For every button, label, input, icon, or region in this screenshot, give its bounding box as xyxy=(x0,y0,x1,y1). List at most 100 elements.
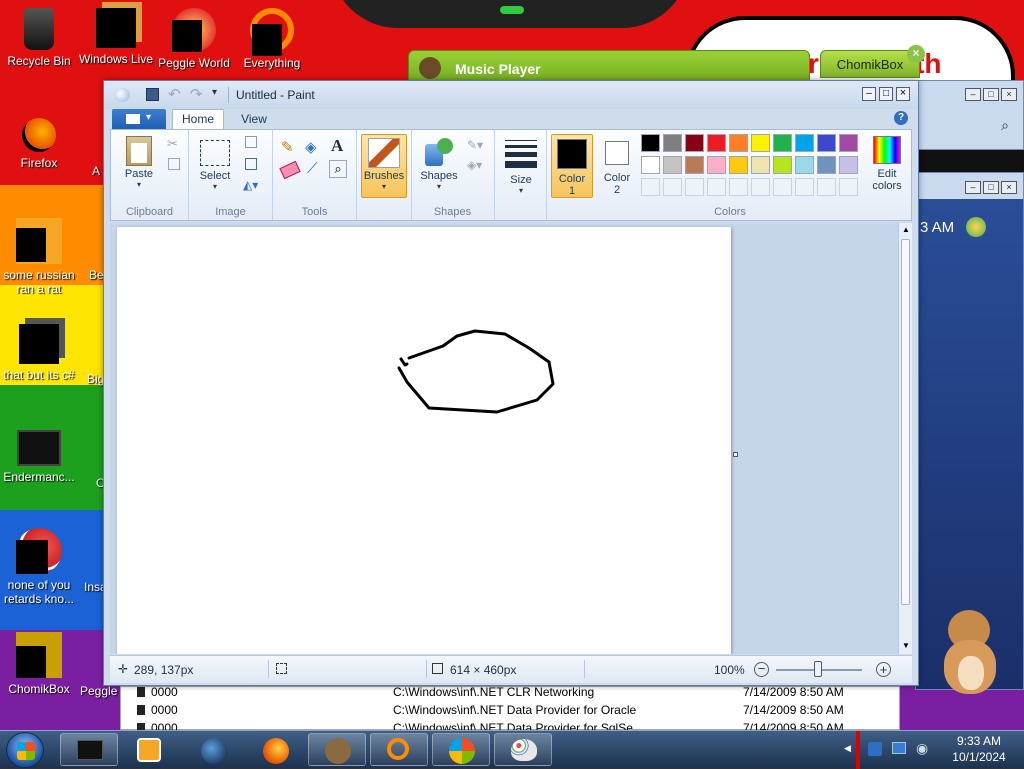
help-icon[interactable]: ? xyxy=(894,111,908,125)
minimize-icon[interactable]: – xyxy=(965,181,981,194)
color-picker-icon[interactable]: ⟋ xyxy=(307,160,318,177)
desktop-icon-chomikbox[interactable]: ChomikBox xyxy=(0,632,81,696)
taskbar-windows-explorer[interactable] xyxy=(432,733,490,766)
taskbar-firefox[interactable] xyxy=(246,733,304,766)
desktop-icon-peggle-world[interactable]: Peggle World xyxy=(152,8,236,70)
select-button[interactable]: Select ▾ xyxy=(195,134,235,191)
palette-swatch[interactable] xyxy=(663,134,682,152)
canvas-resize-handle[interactable] xyxy=(733,452,738,457)
desktop-icon-none-of-you[interactable]: none of you retards kno... xyxy=(0,528,81,606)
desktop-icon-everything[interactable]: Everything xyxy=(230,8,314,70)
desktop-icon-recycle-bin[interactable]: Recycle Bin xyxy=(0,8,81,68)
vertical-scrollbar[interactable]: ▲ ▼ xyxy=(898,223,912,654)
palette-swatch[interactable] xyxy=(707,156,726,174)
zoom-in-button[interactable]: + xyxy=(876,662,891,677)
resize-icon[interactable] xyxy=(245,158,257,170)
palette-swatch[interactable] xyxy=(751,134,770,152)
desktop-icon-windows-live[interactable]: Windows Live xyxy=(74,8,158,66)
minimize-button[interactable]: – xyxy=(862,87,876,101)
scroll-thumb[interactable] xyxy=(901,239,910,605)
volume-icon[interactable]: ◉ xyxy=(916,740,928,757)
pencil-icon[interactable]: ✎ xyxy=(281,138,301,156)
close-button[interactable]: × xyxy=(896,87,910,101)
taskbar-chomikbox[interactable] xyxy=(308,733,366,766)
zoom-slider-thumb[interactable] xyxy=(814,661,822,677)
size-button[interactable]: Size ▾ xyxy=(501,134,541,195)
color1-button[interactable]: Color 1 xyxy=(551,134,593,198)
taskbar-everything-search[interactable] xyxy=(370,733,428,766)
search-icon[interactable]: ⌕ xyxy=(1001,117,1009,134)
palette-swatch[interactable] xyxy=(641,134,660,152)
palette-empty-swatch[interactable] xyxy=(817,178,836,196)
close-icon[interactable]: × xyxy=(1001,88,1017,101)
magnifier-icon[interactable]: ⌕ xyxy=(329,160,347,178)
table-row[interactable]: 0000 C:\Windows\inf\.NET Data Provider f… xyxy=(121,719,899,730)
maximize-icon[interactable]: □ xyxy=(983,181,999,194)
cut-icon[interactable]: ✂ xyxy=(167,136,178,152)
tab-home[interactable]: Home xyxy=(172,109,224,130)
tray-expand-icon[interactable]: ◀ xyxy=(844,743,851,754)
close-icon[interactable]: × xyxy=(1001,181,1017,194)
palette-empty-swatch[interactable] xyxy=(751,178,770,196)
palette-swatch[interactable] xyxy=(685,134,704,152)
palette-empty-swatch[interactable] xyxy=(795,178,814,196)
palette-empty-swatch[interactable] xyxy=(663,178,682,196)
color2-button[interactable]: Color 2 xyxy=(597,134,637,198)
scroll-down-icon[interactable]: ▼ xyxy=(902,641,910,650)
taskbar-black-app[interactable] xyxy=(60,733,118,766)
palette-swatch[interactable] xyxy=(795,156,814,174)
paste-button[interactable]: Paste ▾ xyxy=(119,134,159,189)
tray-app-icon[interactable] xyxy=(868,742,882,756)
palette-empty-swatch[interactable] xyxy=(839,178,858,196)
background-window-right-1[interactable]: – □ × ⌕ xyxy=(915,80,1024,150)
desktop-icon-russian-rat[interactable]: some russian ran a rat xyxy=(0,218,81,296)
undo-icon[interactable]: ↶ xyxy=(168,85,181,103)
tab-view[interactable]: View xyxy=(232,109,276,129)
drawing-canvas[interactable] xyxy=(117,227,731,654)
palette-swatch[interactable] xyxy=(641,156,660,174)
redo-icon[interactable]: ↷ xyxy=(190,85,203,103)
taskbar-media-player[interactable] xyxy=(120,733,178,766)
copy-icon[interactable] xyxy=(168,158,180,170)
palette-swatch[interactable] xyxy=(839,156,858,174)
outline-icon[interactable]: ✎▾ xyxy=(467,138,483,152)
palette-empty-swatch[interactable] xyxy=(729,178,748,196)
desktop-icon-firefox[interactable]: Firefox xyxy=(0,118,81,170)
crop-icon[interactable] xyxy=(245,136,257,148)
palette-empty-swatch[interactable] xyxy=(641,178,660,196)
scroll-up-icon[interactable]: ▲ xyxy=(902,225,910,234)
palette-empty-swatch[interactable] xyxy=(773,178,792,196)
table-row[interactable]: 0000 C:\Windows\inf\.NET Data Provider f… xyxy=(121,701,899,719)
maximize-button[interactable]: □ xyxy=(879,87,893,101)
fill-style-icon[interactable]: ◈▾ xyxy=(467,158,482,172)
network-icon[interactable] xyxy=(892,742,906,754)
start-button[interactable] xyxy=(6,732,44,768)
palette-swatch[interactable] xyxy=(685,156,704,174)
palette-swatch[interactable] xyxy=(663,156,682,174)
palette-empty-swatch[interactable] xyxy=(707,178,726,196)
rotate-icon[interactable]: ◭▾ xyxy=(243,178,258,192)
desktop-icon-endermanch[interactable]: Endermanc... xyxy=(0,430,81,484)
brushes-button[interactable]: Brushes ▾ xyxy=(361,134,407,198)
taskbar-paint[interactable] xyxy=(494,733,552,766)
palette-empty-swatch[interactable] xyxy=(685,178,704,196)
edit-colors-button[interactable]: Edit colors xyxy=(865,134,909,192)
clock[interactable]: 9:33 AM 10/1/2024 xyxy=(938,733,1020,765)
palette-swatch[interactable] xyxy=(817,156,836,174)
save-icon[interactable] xyxy=(146,88,159,101)
close-icon[interactable]: × xyxy=(907,45,925,63)
maximize-icon[interactable]: □ xyxy=(983,88,999,101)
palette-swatch[interactable] xyxy=(817,134,836,152)
title-bar[interactable]: ↶ ↷ ▾ Untitled - Paint – □ × xyxy=(104,81,918,109)
taskbar-globe[interactable] xyxy=(184,733,242,766)
palette-swatch[interactable] xyxy=(751,156,770,174)
eraser-icon[interactable] xyxy=(279,160,301,180)
fill-icon[interactable]: ◈ xyxy=(305,138,325,156)
paint-window[interactable]: ↶ ↷ ▾ Untitled - Paint – □ × ▾ Home View… xyxy=(103,80,919,686)
file-list-window[interactable]: 0000 C:\Windows\inf\.NET CLR Networking … xyxy=(120,685,900,730)
palette-swatch[interactable] xyxy=(795,134,814,152)
paint-app-icon[interactable] xyxy=(114,88,130,102)
paint-menu-button[interactable]: ▾ xyxy=(112,109,166,129)
customize-toolbar-icon[interactable]: ▾ xyxy=(212,87,217,98)
palette-swatch[interactable] xyxy=(729,156,748,174)
